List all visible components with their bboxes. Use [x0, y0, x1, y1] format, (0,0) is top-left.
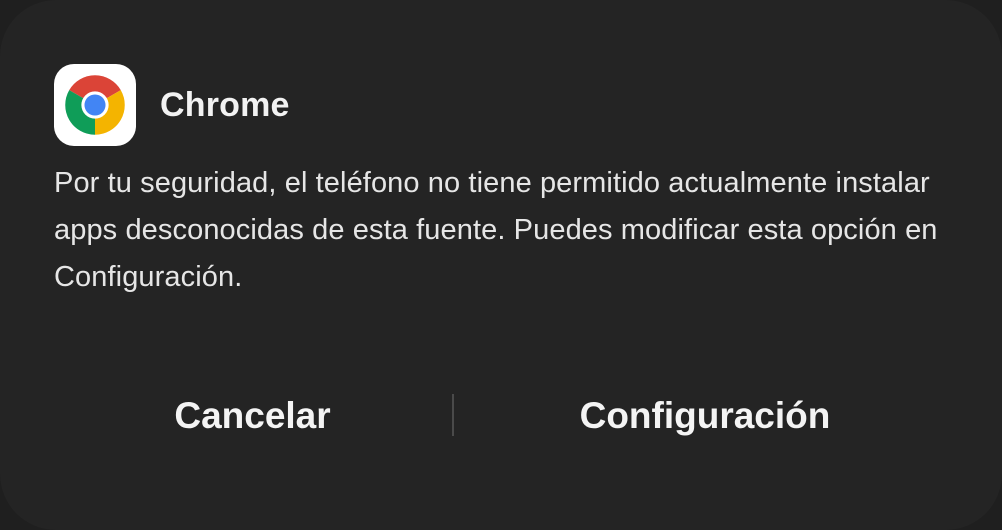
app-name: Chrome [160, 85, 290, 124]
security-dialog: Chrome Por tu seguridad, el teléfono no … [0, 0, 1002, 530]
button-divider [452, 394, 454, 436]
cancel-button[interactable]: Cancelar [60, 380, 445, 452]
dialog-message: Por tu seguridad, el teléfono no tiene p… [54, 167, 938, 293]
dialog-actions: Cancelar Configuración [0, 380, 1002, 452]
chrome-icon [54, 64, 136, 146]
settings-button[interactable]: Configuración [460, 380, 950, 452]
dialog-header: Chrome [54, 64, 290, 146]
